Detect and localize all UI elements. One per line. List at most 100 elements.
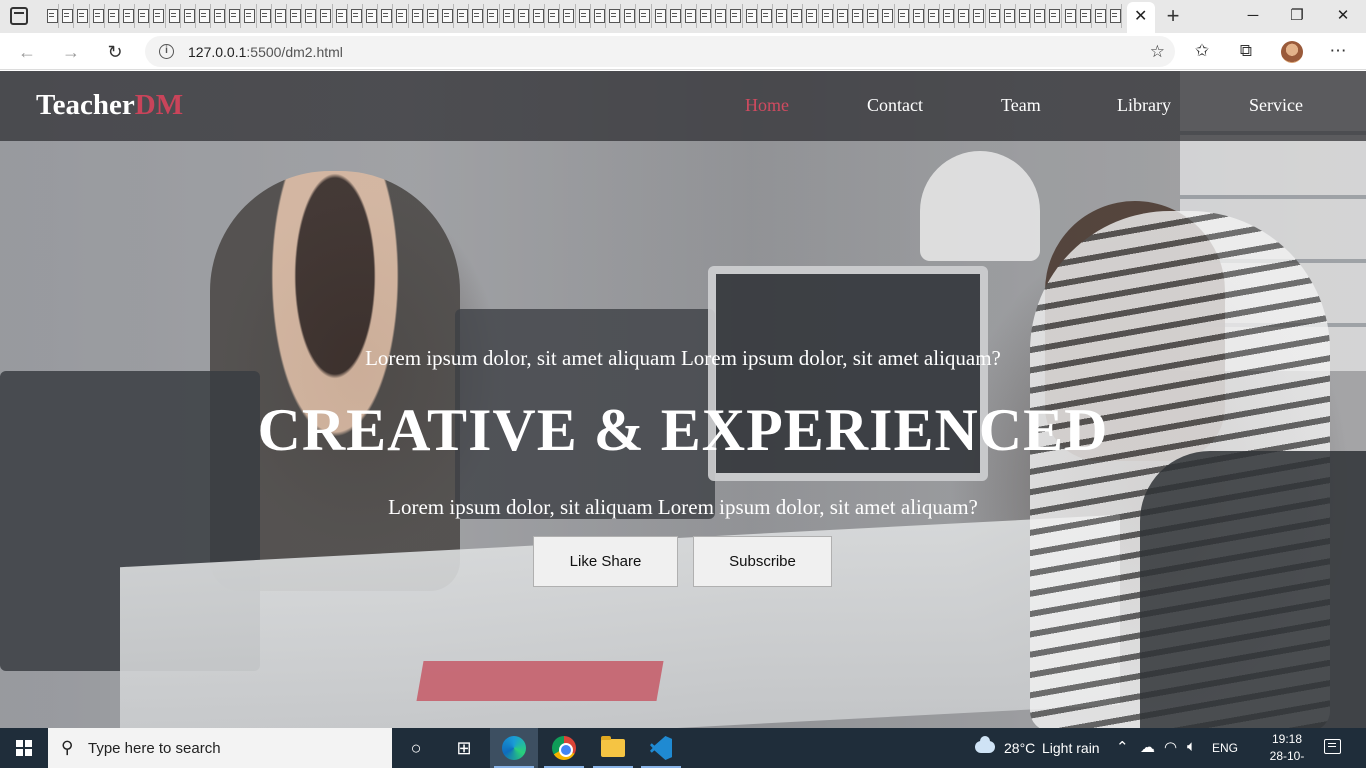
minimize-button[interactable]: ─	[1230, 4, 1276, 28]
browser-tab[interactable]	[469, 4, 485, 28]
browser-tab[interactable]	[44, 4, 60, 28]
browser-tab[interactable]	[636, 4, 652, 28]
browser-tab[interactable]	[727, 4, 743, 28]
browser-tab[interactable]	[1077, 4, 1092, 28]
browser-tab[interactable]	[439, 4, 455, 28]
browser-tab[interactable]	[652, 4, 667, 28]
weather-cloud-icon[interactable]	[975, 736, 995, 753]
add-favorite-icon[interactable]: ☆	[1150, 42, 1165, 62]
browser-tab[interactable]	[803, 4, 819, 28]
clock[interactable]: 19:18 28-10-2021	[1262, 731, 1312, 782]
browser-tab[interactable]	[484, 4, 500, 28]
browser-tab[interactable]	[879, 4, 895, 28]
browser-tab[interactable]	[90, 4, 105, 28]
browser-tab[interactable]	[120, 4, 136, 28]
browser-tab[interactable]	[1062, 4, 1077, 28]
browser-tab[interactable]	[743, 4, 758, 28]
browser-tab[interactable]	[1001, 4, 1016, 28]
browser-tab[interactable]	[211, 4, 227, 28]
browser-tab[interactable]	[378, 4, 394, 28]
browser-tab[interactable]	[515, 4, 530, 28]
browser-tab[interactable]	[393, 4, 409, 28]
site-info-icon[interactable]: i	[159, 44, 174, 59]
browser-tab[interactable]	[576, 4, 591, 28]
browser-tab[interactable]	[333, 4, 348, 28]
browser-tab[interactable]	[773, 4, 789, 28]
taskbar-search[interactable]: ⚲ Type here to search	[48, 728, 392, 768]
like-share-button[interactable]: Like Share	[533, 536, 678, 587]
browser-tab[interactable]	[272, 4, 287, 28]
nav-link-service[interactable]: Service	[1249, 95, 1303, 116]
browser-tab[interactable]	[181, 4, 196, 28]
browser-tab[interactable]	[454, 4, 470, 28]
browser-tab[interactable]	[363, 4, 379, 28]
wifi-icon[interactable]: ◠	[1164, 738, 1177, 756]
address-bar[interactable]: i 127.0.0.1:5500/dm2.html ☆	[145, 36, 1175, 67]
url-text[interactable]: 127.0.0.1:5500/dm2.html	[188, 44, 343, 60]
browser-tab[interactable]	[135, 4, 151, 28]
browser-tab[interactable]	[500, 4, 515, 28]
browser-tab[interactable]	[1046, 4, 1062, 28]
browser-tab[interactable]	[409, 4, 424, 28]
start-button[interactable]	[0, 728, 48, 768]
cortana-icon[interactable]: ○	[392, 728, 440, 768]
browser-tab[interactable]	[166, 4, 181, 28]
browser-tab[interactable]	[226, 4, 242, 28]
browser-tab[interactable]	[530, 4, 546, 28]
browser-tab[interactable]	[241, 4, 257, 28]
browser-tab[interactable]	[697, 4, 713, 28]
browser-tab[interactable]	[910, 4, 925, 28]
browser-tab[interactable]	[591, 4, 606, 28]
browser-tab[interactable]	[606, 4, 622, 28]
browser-tab[interactable]	[59, 4, 75, 28]
collections-icon[interactable]: ⧉	[1234, 41, 1258, 61]
browser-tab[interactable]	[758, 4, 773, 28]
volume-icon[interactable]: 🔈︎	[1187, 738, 1196, 755]
back-arrow-icon[interactable]: ←	[14, 39, 40, 65]
browser-tab[interactable]	[545, 4, 561, 28]
weather-text[interactable]: Light rain	[1042, 740, 1100, 756]
browser-tab[interactable]	[788, 4, 804, 28]
browser-tab[interactable]	[1016, 4, 1032, 28]
favorites-icon[interactable]: ✩	[1190, 41, 1214, 61]
browser-tab[interactable]	[302, 4, 318, 28]
browser-tab[interactable]	[621, 4, 637, 28]
taskbar-vscode[interactable]	[637, 728, 685, 768]
forward-arrow-icon[interactable]: →	[58, 39, 84, 65]
site-logo[interactable]: TeacherDM	[36, 89, 183, 122]
browser-tab[interactable]	[317, 4, 333, 28]
nav-link-library[interactable]: Library	[1117, 95, 1171, 116]
browser-tab[interactable]	[895, 4, 910, 28]
browser-tab[interactable]	[986, 4, 1001, 28]
browser-tab[interactable]	[925, 4, 941, 28]
notification-icon[interactable]	[1324, 739, 1341, 754]
onedrive-icon[interactable]: ☁	[1140, 738, 1155, 756]
browser-tab[interactable]	[257, 4, 272, 28]
window-close-button[interactable]: ✕	[1320, 4, 1366, 28]
browser-tab[interactable]	[1107, 4, 1123, 28]
subscribe-button[interactable]: Subscribe	[693, 536, 832, 587]
browser-tab[interactable]	[849, 4, 865, 28]
browser-tab[interactable]	[150, 4, 166, 28]
nav-link-home[interactable]: Home	[745, 95, 789, 116]
browser-tab[interactable]	[1031, 4, 1047, 28]
browser-tab[interactable]	[970, 4, 986, 28]
active-tab[interactable]: ✕	[1127, 2, 1155, 33]
browser-tab[interactable]	[955, 4, 971, 28]
nav-link-contact[interactable]: Contact	[867, 95, 923, 116]
taskbar-file-explorer[interactable]	[589, 728, 637, 768]
browser-tab[interactable]	[940, 4, 956, 28]
browser-tab[interactable]	[864, 4, 880, 28]
tab-actions-icon[interactable]	[10, 7, 28, 25]
weather-temp[interactable]: 28°C	[1004, 740, 1035, 756]
task-view-icon[interactable]: ⊞	[440, 728, 488, 768]
browser-tab[interactable]	[74, 4, 90, 28]
browser-tab[interactable]	[1092, 4, 1108, 28]
browser-tab[interactable]	[560, 4, 576, 28]
browser-tab[interactable]	[667, 4, 682, 28]
browser-tab[interactable]	[105, 4, 120, 28]
browser-tab[interactable]	[834, 4, 849, 28]
browser-tab[interactable]	[196, 4, 212, 28]
browser-tab[interactable]	[682, 4, 698, 28]
refresh-icon[interactable]: ↻	[102, 39, 128, 65]
